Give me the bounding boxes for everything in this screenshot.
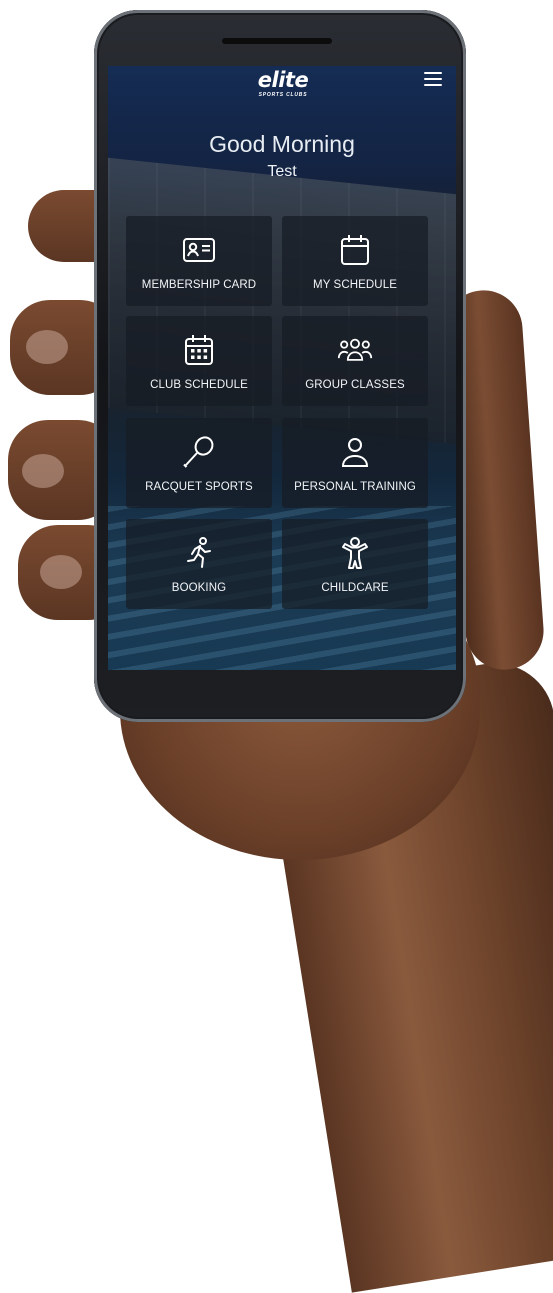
logo-subtext: SPORTS CLUBS xyxy=(258,92,308,98)
tile-label: GROUP CLASSES xyxy=(305,379,405,391)
membership-card-button[interactable]: MEMBERSHIP CARD xyxy=(126,216,272,306)
running-person-icon xyxy=(187,537,211,568)
tile-label: MY SCHEDULE xyxy=(313,279,397,291)
group-classes-button[interactable]: GROUP CLASSES xyxy=(282,316,428,406)
group-icon xyxy=(337,338,373,361)
app-screen: elite SPORTS CLUBS Good Morning Test MEM… xyxy=(108,66,456,670)
tile-label: BOOKING xyxy=(171,582,227,594)
racquet-sports-button[interactable]: RACQUET SPORTS xyxy=(126,418,272,508)
childcare-button[interactable]: CHILDCARE xyxy=(282,519,428,609)
tile-label: CHILDCARE xyxy=(321,582,389,594)
my-schedule-button[interactable]: MY SCHEDULE xyxy=(282,216,428,306)
tile-label: PERSONAL TRAINING xyxy=(294,481,416,493)
logo-text: elite xyxy=(257,68,309,92)
racquet-icon xyxy=(183,436,214,468)
greeting-text: Good Morning xyxy=(209,131,355,157)
tile-label: RACQUET SPORTS xyxy=(145,481,253,493)
hamburger-icon[interactable] xyxy=(424,72,442,88)
child-icon xyxy=(342,537,368,569)
calendar-grid-icon xyxy=(185,335,213,365)
id-card-icon xyxy=(183,238,215,262)
app-logo: elite SPORTS CLUBS xyxy=(253,69,313,105)
club-schedule-button[interactable]: CLUB SCHEDULE xyxy=(126,316,272,406)
phone-earpiece xyxy=(222,38,332,44)
person-icon xyxy=(341,438,369,467)
personal-training-button[interactable]: PERSONAL TRAINING xyxy=(282,418,428,508)
booking-button[interactable]: BOOKING xyxy=(126,519,272,609)
user-name: Test xyxy=(267,163,297,180)
tile-label: MEMBERSHIP CARD xyxy=(141,279,257,291)
tile-label: CLUB SCHEDULE xyxy=(150,379,248,391)
calendar-icon xyxy=(341,235,369,265)
